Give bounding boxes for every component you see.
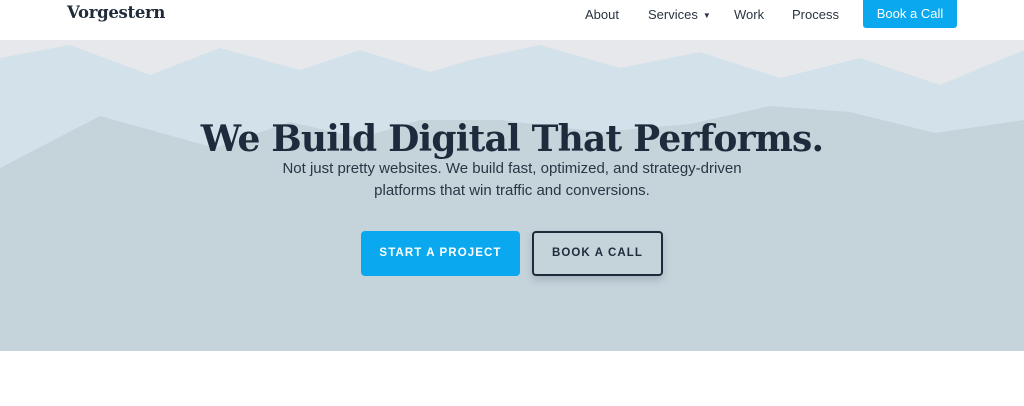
book-call-button[interactable]: BOOK A CALL [532, 231, 663, 276]
start-project-button[interactable]: START A PROJECT [361, 231, 520, 276]
nav-link-services[interactable]: Services ▼ [648, 7, 711, 24]
hero-subtitle-line-2: platforms that win traffic and conversio… [374, 182, 650, 199]
nav-link-services-label: Services [648, 7, 698, 22]
hero-subtitle-line-1: Not just pretty websites. We build fast,… [282, 160, 742, 177]
main-nav: About Services ▼ Work Process Book a Call [0, 0, 1024, 30]
book-a-call-nav-button[interactable]: Book a Call [863, 0, 957, 28]
caret-down-icon: ▼ [702, 11, 711, 20]
site-header: Vorgestern About Services ▼ Work Process … [0, 0, 1024, 40]
hero-subtitle: Not just pretty websites. We build fast,… [262, 158, 762, 202]
nav-link-work[interactable]: Work [734, 7, 764, 23]
nav-link-about[interactable]: About [585, 7, 619, 23]
nav-link-process[interactable]: Process [792, 7, 839, 23]
hero-section: We Build Digital That Performs. Not just… [0, 40, 1024, 351]
hero-title: We Build Digital That Performs. [200, 118, 824, 161]
